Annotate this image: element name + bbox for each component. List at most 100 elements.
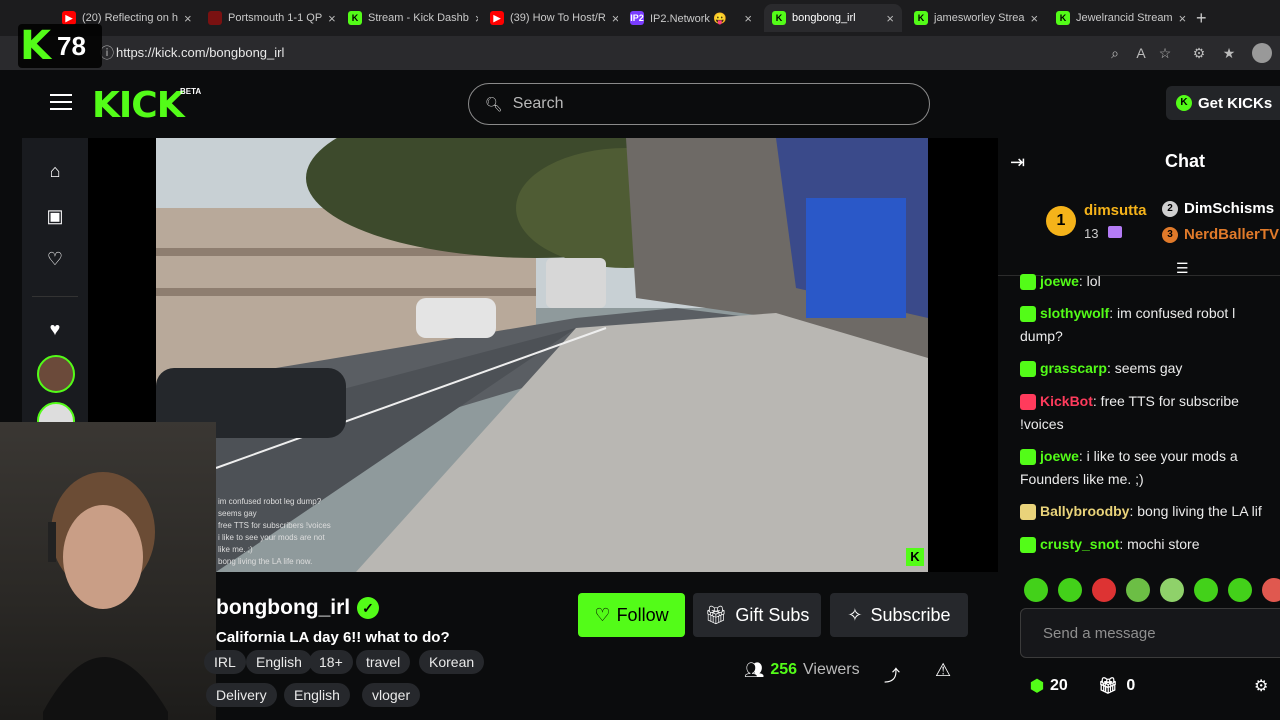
collapse-chat-icon[interactable]: ⇥ [1010, 152, 1025, 173]
get-kicks-button[interactable]: K Get KICKs [1166, 86, 1280, 120]
third-gifter-name[interactable]: NerdBallerTV [1184, 226, 1279, 243]
top-gifter-name[interactable]: dimsutta [1084, 202, 1147, 219]
channel-name[interactable]: bongbong_irl [216, 596, 350, 620]
chat-username[interactable]: KickBot [1040, 393, 1093, 409]
favorites-icon[interactable]: ★ [1220, 44, 1238, 62]
new-tab-button[interactable]: + [1196, 8, 1207, 29]
stream-tag[interactable]: Delivery [206, 683, 277, 707]
verified-badge-icon: ✓ [357, 597, 379, 619]
close-tab-icon[interactable]: × [1179, 11, 1187, 26]
zoom-icon[interactable]: ⌕ [1106, 44, 1124, 62]
close-tab-icon[interactable]: × [475, 11, 478, 26]
chat-username[interactable]: joewe [1040, 448, 1079, 464]
extensions-icon[interactable]: ⚙ [1190, 44, 1208, 62]
browser-tab[interactable]: K Stream - Kick Dashb × [340, 4, 478, 32]
browser-tab[interactable]: IP2 IP2.Network 😛 × [622, 4, 760, 32]
chat-text: dump? [1020, 328, 1063, 344]
emote-icon[interactable] [1126, 578, 1150, 602]
emote-icon[interactable] [1194, 578, 1218, 602]
chat-text: im confused robot l [1113, 305, 1236, 321]
gift-icon: 🎁︎ [704, 604, 728, 625]
second-gifter-rank-badge: 2 [1162, 201, 1178, 217]
browser-tab[interactable]: Kjamesworley Strea × [906, 4, 1044, 32]
chat-username[interactable]: slothywolf [1040, 305, 1109, 321]
chat-text: mochi store [1123, 536, 1200, 552]
heart-icon: ♡ [594, 604, 611, 625]
overlay-counter-widget: K 78 [18, 23, 102, 69]
chat-message: KickBot: free TTS for subscribe [1020, 390, 1280, 413]
share-icon[interactable]: ⤴ [884, 662, 900, 686]
close-tab-icon[interactable]: × [612, 11, 618, 26]
read-aloud-icon[interactable]: A [1132, 44, 1150, 62]
kick-logo[interactable]: KICK [92, 85, 185, 126]
stream-tag[interactable]: English [246, 650, 312, 674]
emote-icon[interactable] [1228, 578, 1252, 602]
close-tab-icon[interactable]: × [184, 11, 192, 26]
chat-settings-icon[interactable]: ⚙ [1254, 676, 1268, 696]
viewers-number: 256 [770, 661, 798, 678]
points-icon: ⬢ [1030, 678, 1044, 695]
stream-tag[interactable]: travel [356, 650, 411, 674]
gift-counter[interactable]: 🎁︎ 0 [1098, 676, 1135, 696]
tab-favicon-icon: K [914, 11, 928, 25]
close-tab-icon[interactable]: × [1030, 11, 1038, 26]
following-heart-icon[interactable]: ♡ [44, 248, 66, 270]
channel-points[interactable]: ⬢ 20 [1030, 676, 1068, 696]
tab-label: jamesworley Strea [934, 12, 1025, 24]
emote-icon[interactable] [1092, 578, 1116, 602]
chat-badge-icon [1020, 394, 1036, 411]
gift-count: 0 [1126, 677, 1136, 694]
search-input[interactable] [512, 95, 893, 113]
subscribe-button[interactable]: ✧ Subscribe [830, 593, 968, 637]
emote-icon[interactable] [1024, 578, 1048, 602]
tab-favicon-icon: K [772, 11, 786, 25]
second-gifter-name[interactable]: DimSchisms [1184, 200, 1274, 217]
stream-tag[interactable]: IRL [204, 650, 246, 674]
tab-favicon-icon: IP2 [630, 11, 644, 25]
chat-text: seems gay [1110, 360, 1183, 376]
search-bar[interactable]: 🔍︎ [468, 83, 930, 125]
browser-tab[interactable]: ▶ (39) How To Host/R × [482, 4, 618, 32]
third-gifter-rank-badge: 3 [1162, 227, 1178, 243]
stream-tag[interactable]: 18+ [309, 650, 353, 674]
url-text[interactable]: https://kick.com/bongbong_irl [116, 45, 284, 60]
menu-icon[interactable] [50, 94, 72, 112]
profile-avatar[interactable] [1252, 43, 1272, 63]
favorite-star-icon[interactable]: ☆ [1156, 44, 1174, 62]
chat-username[interactable]: crusty_snot [1040, 536, 1119, 552]
chat-badge-icon [1020, 274, 1036, 291]
streamer-webcam-image [43, 472, 168, 720]
chat-message: slothywolf: im confused robot l [1020, 302, 1280, 325]
stream-tag[interactable]: Korean [419, 650, 485, 674]
emote-icon[interactable] [1058, 578, 1082, 602]
browser-tab[interactable]: K Jewelrancid Stream × [1048, 4, 1188, 32]
follow-button[interactable]: ♡ Follow [578, 593, 685, 637]
close-tab-icon[interactable]: × [328, 11, 336, 26]
video-chat-line: free TTS for subscribers !voices [218, 521, 331, 530]
gift-box-icon: 🎁︎ [1098, 678, 1119, 695]
stream-tag[interactable]: vloger [362, 683, 421, 707]
followed-heart-icon: ♥ [49, 319, 61, 339]
browser-tab[interactable]: Portsmouth 1-1 QP × [200, 4, 336, 32]
chat-username[interactable]: grasscarp [1040, 360, 1107, 376]
top-gifter-count: 13 [1084, 226, 1099, 241]
video-chat-line: im confused robot leg dump? [218, 497, 322, 506]
chat-username[interactable]: Ballybroodby [1040, 503, 1129, 519]
report-icon[interactable]: ⚠ [935, 660, 951, 681]
viewers-label: Viewers [803, 661, 860, 678]
emote-icon[interactable] [1262, 578, 1280, 602]
browser-tab[interactable]: Kbongbong_irl × [764, 4, 902, 32]
close-tab-icon[interactable]: × [744, 11, 752, 26]
emote-icon[interactable] [1160, 578, 1184, 602]
close-tab-icon[interactable]: × [886, 11, 894, 26]
followed-channel-avatar[interactable] [37, 355, 75, 393]
gift-subs-button[interactable]: 🎁︎ Gift Subs [693, 593, 821, 637]
browse-icon[interactable]: ▣ [44, 205, 66, 227]
chat-username[interactable]: joewe [1040, 273, 1079, 289]
stream-tag[interactable]: English [284, 683, 350, 707]
home-icon[interactable]: ⌂ [44, 160, 66, 182]
kicks-coin-icon: K [1176, 95, 1192, 111]
tab-label: (39) How To Host/R [510, 12, 606, 24]
chat-badge-icon [1020, 537, 1036, 554]
chat-message-input[interactable] [1020, 608, 1280, 658]
